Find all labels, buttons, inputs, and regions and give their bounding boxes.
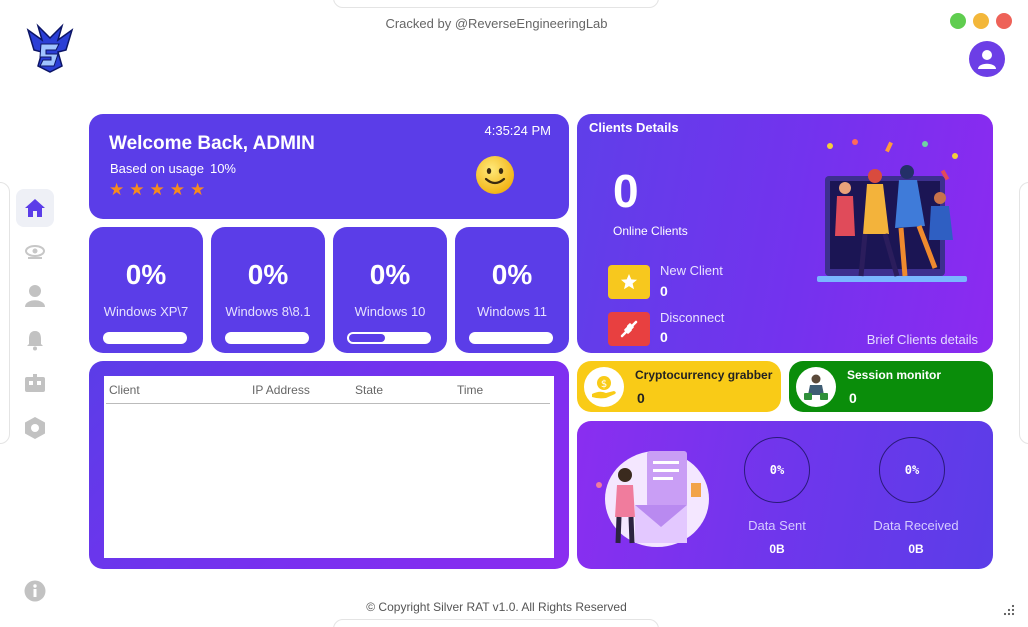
clients-table-card: Client IP Address State Time <box>89 361 569 569</box>
os-name: Windows 8\8.1 <box>225 304 311 319</box>
star-icon: ★ <box>169 180 185 199</box>
brief-clients-link[interactable]: Brief Clients details <box>867 332 978 347</box>
session-monitor-title: Session monitor <box>847 368 942 382</box>
coin-hand-icon: $ <box>592 376 616 399</box>
os-percent: 0% <box>247 259 289 290</box>
disconnect-value: 0 <box>660 329 668 345</box>
data-sent-ring: 0% <box>744 437 810 503</box>
column-header-time[interactable]: Time <box>457 383 483 397</box>
usage-label: Based on usage <box>110 161 204 176</box>
hexagon-settings-icon <box>25 417 45 439</box>
os-card-win10: 0% Windows 10 <box>333 227 447 353</box>
os-progress-fill <box>349 334 385 342</box>
user-profile-icon <box>978 50 996 69</box>
data-received-value: 0B <box>908 542 924 556</box>
sidebar-item-monitor[interactable] <box>16 233 54 271</box>
smiley-icon <box>476 156 514 194</box>
star-icon <box>621 274 637 290</box>
os-percent: 0% <box>369 259 411 290</box>
os-name: Windows 10 <box>354 304 426 319</box>
star-icon: ★ <box>149 180 165 199</box>
right-frame <box>1019 182 1028 444</box>
home-icon <box>25 199 45 217</box>
top-notch <box>333 0 659 8</box>
resize-grip-icon[interactable] <box>1003 604 1015 616</box>
clock-time: 4:35:24 PM <box>484 123 552 138</box>
sidebar-item-settings[interactable] <box>16 409 54 447</box>
minimize-button[interactable] <box>973 13 989 29</box>
data-received-ring: 0% <box>879 437 945 503</box>
os-progress-bar <box>469 332 553 344</box>
new-client-label: New Client <box>660 263 723 278</box>
crypto-grabber-card[interactable]: $ Cryptocurrency grabber 0 <box>577 361 781 412</box>
data-sent-label: Data Sent <box>748 518 806 533</box>
os-card-win11: 0% Windows 11 <box>455 227 569 353</box>
disconnect-label: Disconnect <box>660 310 725 325</box>
user-icon <box>25 285 45 307</box>
sidebar-item-builder[interactable] <box>16 365 54 403</box>
os-percent: 0% <box>491 259 533 290</box>
businessman-icon <box>804 374 828 400</box>
header-divider <box>106 403 550 404</box>
os-progress-bar <box>225 332 309 344</box>
new-client-badge <box>608 265 650 299</box>
unplug-icon <box>620 320 638 338</box>
disconnect-badge <box>608 312 650 346</box>
data-transfer-card: 0% Data Sent 0B 0% Data Received 0B <box>577 421 993 569</box>
new-client-value: 0 <box>660 283 668 299</box>
os-name: Windows 11 <box>477 304 547 319</box>
sidebar-item-notifications[interactable] <box>16 321 54 359</box>
online-clients-label: Online Clients <box>613 224 688 238</box>
clients-details-card: Clients Details 0 Online Clients New Cli… <box>577 114 993 353</box>
party-illustration <box>817 139 967 282</box>
rating-stars: ★ ★ ★ ★ ★ <box>109 180 205 200</box>
os-name: Windows XP\7 <box>103 304 189 319</box>
session-monitor-card[interactable]: Session monitor 0 <box>789 361 993 412</box>
column-header-state[interactable]: State <box>355 383 383 397</box>
cracked-banner: Cracked by @ReverseEngineeringLab <box>385 16 608 31</box>
eye-icon <box>25 245 45 259</box>
copyright-footer: © Copyright Silver RAT v1.0. All Rights … <box>366 600 627 614</box>
welcome-card: Welcome Back, ADMIN Based on usage 10% ★ … <box>89 114 569 219</box>
bottom-notch <box>333 619 659 627</box>
star-icon: ★ <box>109 180 125 199</box>
svg-text:$: $ <box>601 379 607 390</box>
star-icon: ★ <box>129 180 145 199</box>
os-percent: 0% <box>125 259 167 290</box>
sidebar-item-users[interactable] <box>16 277 54 315</box>
star-icon: ★ <box>190 180 206 199</box>
session-icon-circle <box>796 367 836 407</box>
clients-details-title: Clients Details <box>589 120 679 135</box>
close-button[interactable] <box>996 13 1012 29</box>
sidebar-nav <box>16 189 54 453</box>
welcome-title: Welcome Back, ADMIN <box>109 133 315 154</box>
robot-icon <box>25 374 45 392</box>
crypto-grabber-value: 0 <box>637 390 645 406</box>
window-controls <box>950 13 1012 29</box>
os-progress-bar <box>347 332 431 344</box>
os-card-win8: 0% Windows 8\8.1 <box>211 227 325 353</box>
data-sent-value: 0B <box>769 542 785 556</box>
usage-percent: 10% <box>209 161 236 176</box>
column-header-ip[interactable]: IP Address <box>252 383 310 397</box>
grabber-icon-circle: $ <box>584 367 624 407</box>
online-clients-count: 0 <box>613 165 639 217</box>
column-header-client[interactable]: Client <box>109 383 140 397</box>
os-card-xp7: 0% Windows XP\7 <box>89 227 203 353</box>
info-icon[interactable] <box>24 580 46 602</box>
maximize-button[interactable] <box>950 13 966 29</box>
crypto-grabber-title: Cryptocurrency grabber <box>635 368 773 382</box>
clients-table[interactable]: Client IP Address State Time <box>104 376 554 558</box>
session-monitor-value: 0 <box>849 390 857 406</box>
data-received-label: Data Received <box>873 518 959 533</box>
os-progress-bar <box>103 332 187 344</box>
bell-icon <box>27 331 43 351</box>
usage-line: Based on usage 10% <box>110 161 236 176</box>
app-logo <box>26 23 74 73</box>
sidebar-item-home[interactable] <box>16 189 54 227</box>
profile-button[interactable] <box>969 41 1005 77</box>
mail-illustration <box>596 451 709 547</box>
sidebar-frame <box>0 182 10 444</box>
